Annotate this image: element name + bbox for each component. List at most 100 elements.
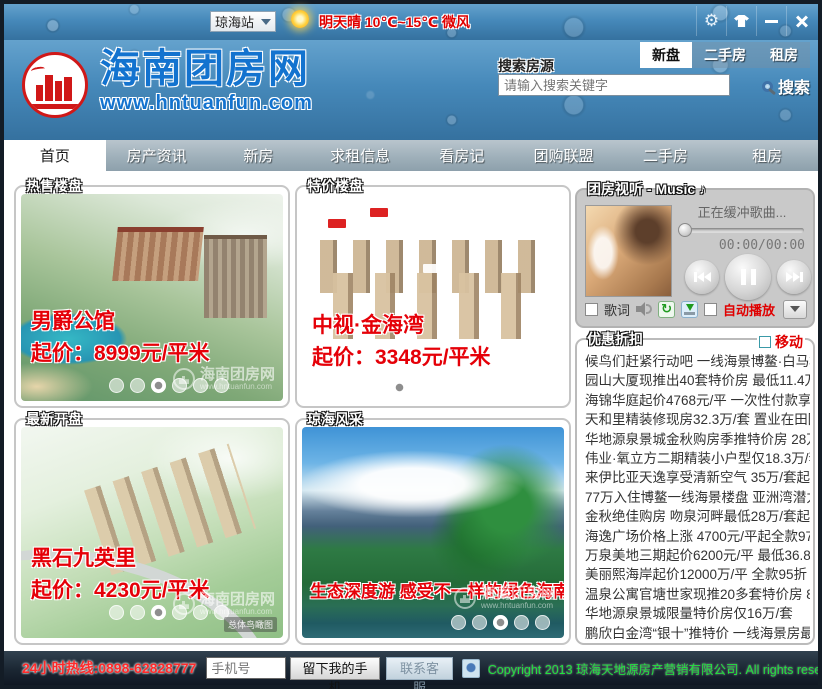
autoplay-checkbox[interactable]	[704, 303, 717, 316]
lyrics-label: 歌词	[604, 300, 630, 319]
volume-icon[interactable]	[636, 302, 652, 316]
panel-deals-title: 优惠折扣	[585, 331, 645, 347]
logo-icon	[22, 52, 88, 118]
nav-item[interactable]: 房产资讯	[106, 140, 208, 171]
slide-dot[interactable]	[109, 378, 124, 393]
progress-slider[interactable]	[680, 228, 804, 233]
search-tab[interactable]: 新盘	[640, 42, 692, 68]
nav-item-label: 租房	[752, 145, 782, 166]
deal-item-link[interactable]: 天和里精装修现房32.3万/套 置业在田园城市	[585, 410, 810, 429]
phone-input[interactable]	[206, 657, 286, 679]
slide-dot[interactable]	[109, 605, 124, 620]
property-name: 中视·金海湾	[312, 309, 424, 339]
tower-label-chip	[454, 215, 472, 224]
deal-item-link[interactable]: 海锦华庭起价4768元/平 一次性付款享96折	[585, 391, 810, 410]
settings-button[interactable]: ⚙	[696, 6, 726, 36]
scenery-slide[interactable]: 生态深度游 感受不一样的绿色海南 海南团房网www.hntuanfun.com	[302, 427, 564, 638]
slide-dot[interactable]	[451, 615, 466, 630]
slide-dot[interactable]	[514, 615, 529, 630]
search-tab[interactable]: 租房	[758, 42, 810, 68]
nav-item[interactable]: 团购联盟	[513, 140, 615, 171]
nav-item[interactable]: 求租信息	[309, 140, 411, 171]
leave-phone-button[interactable]: 留下我的手机	[290, 657, 379, 680]
slide-dot[interactable]	[434, 380, 449, 395]
slide-dot[interactable]	[535, 615, 550, 630]
move-checkbox[interactable]	[759, 336, 771, 348]
search-button[interactable]: 搜索	[762, 74, 810, 98]
slide-dot[interactable]	[371, 380, 386, 395]
deal-item-link[interactable]: 鹏欣白金湾“银十”推特价 一线海景房最低	[585, 624, 810, 639]
deal-item-link[interactable]: 候鸟们赶紧行动吧 一线海景博鳌·白马郡仅	[585, 352, 810, 371]
panel-newest: 最新开盘 黑石九英里 起价：4230元/平米 海南团房网www.hntuanfu…	[14, 418, 290, 645]
watermark-brand: 海南团房网	[200, 367, 275, 382]
expand-button[interactable]	[783, 300, 807, 319]
deal-item-link[interactable]: 美丽熙海岸起价12000万/平 全款95折	[585, 565, 810, 584]
deal-item-link[interactable]: 华地源泉景城限量特价房仅16万/套	[585, 604, 810, 623]
slide-dot[interactable]	[130, 605, 145, 620]
download-icon[interactable]	[681, 301, 698, 318]
deal-item-link[interactable]: 来伊比亚天逸享受清新空气 35万/套起	[585, 468, 810, 487]
search-tab[interactable]: 二手房	[692, 42, 758, 68]
slide-dot[interactable]	[392, 380, 407, 395]
search-tab-label: 新盘	[652, 47, 680, 63]
slide-dot[interactable]	[413, 380, 428, 395]
pause-button[interactable]	[725, 254, 771, 300]
deal-item-link[interactable]: 伟业·氧立方二期精装小户型仅18.3万/套	[585, 449, 810, 468]
slide-dot[interactable]	[350, 380, 365, 395]
watermark-url: www.hntuanfun.com	[481, 601, 556, 610]
panel-newest-title: 最新开盘	[24, 411, 84, 427]
move-label[interactable]: 移动	[775, 332, 803, 352]
hotline: 24小时热线:0898-62828777	[22, 658, 196, 678]
next-track-button[interactable]	[777, 260, 811, 294]
deal-item-link[interactable]: 海逸广场价格上涨 4700元/平起全款97折	[585, 527, 810, 546]
slide-dot[interactable]	[493, 615, 508, 630]
contact-service-button[interactable]: 联系客服	[386, 657, 454, 680]
deal-item-link[interactable]: 园山大厦现推出40套特价房 最低11.4万/套	[585, 371, 810, 390]
hot-property-slide[interactable]: 男爵公馆 起价：8999元/平米 海南团房网www.hntuanfun.com	[21, 194, 283, 401]
refresh-icon[interactable]: ↻	[658, 301, 675, 318]
nav-item[interactable]: 新房	[208, 140, 310, 171]
special-property-slide[interactable]: 中视·金海湾 起价：3348元/平米 海南团房网www.hntuanfun.co…	[302, 194, 564, 401]
nav-item[interactable]: 二手房	[615, 140, 717, 171]
slide-dot[interactable]	[130, 378, 145, 393]
watermark-logo-icon	[454, 368, 476, 390]
minimize-button[interactable]	[756, 6, 786, 36]
nav-item-label: 二手房	[643, 145, 688, 166]
watermark: 海南团房网www.hntuanfun.com	[173, 367, 275, 391]
deal-item-link[interactable]: 金秋绝佳购房 吻泉河畔最低28万/套起	[585, 507, 810, 526]
newest-property-slide[interactable]: 黑石九英里 起价：4230元/平米 海南团房网www.hntuanfun.com…	[21, 427, 283, 638]
station-select[interactable]: 琼海站	[210, 11, 276, 32]
slider-knob[interactable]	[678, 223, 692, 237]
deals-list: 候鸟们赶紧行动吧 一线海景博鳌·白马郡仅园山大厦现推出40套特价房 最低11.4…	[585, 352, 810, 639]
nav-item[interactable]: 首页	[4, 140, 106, 171]
lyrics-checkbox[interactable]	[585, 303, 598, 316]
slide-dots	[451, 615, 550, 630]
next-icon	[786, 272, 793, 282]
chat-service-icon[interactable]	[462, 659, 480, 678]
search-button-label: 搜索	[778, 74, 810, 98]
slide-dot[interactable]	[151, 605, 166, 620]
watermark-brand: 海南团房网	[481, 586, 556, 601]
slide-dot[interactable]	[472, 615, 487, 630]
pause-icon	[741, 269, 756, 285]
copyright-text: Copyright 2013 琼海天地源房产营销有限公司. All rights…	[488, 659, 818, 678]
search-icon	[762, 81, 773, 92]
nav-item[interactable]: 看房记	[411, 140, 513, 171]
site-logo[interactable]: 海南团房网 www.hntuanfun.com	[22, 46, 313, 118]
deal-item-link[interactable]: 77万入住博鳌一线海景楼盘 亚洲湾潜力无限	[585, 488, 810, 507]
bridge-icon	[27, 99, 87, 109]
tower-label-chip	[423, 264, 441, 273]
building-shape	[204, 235, 267, 318]
property-price: 起价：8999元/平米	[31, 337, 210, 367]
nav-item[interactable]: 租房	[716, 140, 818, 171]
deal-item-link[interactable]: 万泉美地三期起价6200元/平 最低36.8万/套	[585, 546, 810, 565]
previous-track-button[interactable]	[685, 260, 719, 294]
search-input[interactable]	[498, 74, 730, 96]
skin-button[interactable]	[726, 6, 756, 36]
deal-item-link[interactable]: 华地源泉景城金秋购房季推特价房 28万/套	[585, 430, 810, 449]
deal-item-link[interactable]: 温泉公寓官塘世家现推20多套特价房 8700元	[585, 585, 810, 604]
panel-scenery: 琼海风采 生态深度游 感受不一样的绿色海南 海南团房网www.hntuanfun…	[295, 418, 571, 645]
deals-header-controls: 移动	[757, 332, 805, 352]
close-button[interactable]	[786, 6, 816, 36]
slide-dot[interactable]	[151, 378, 166, 393]
